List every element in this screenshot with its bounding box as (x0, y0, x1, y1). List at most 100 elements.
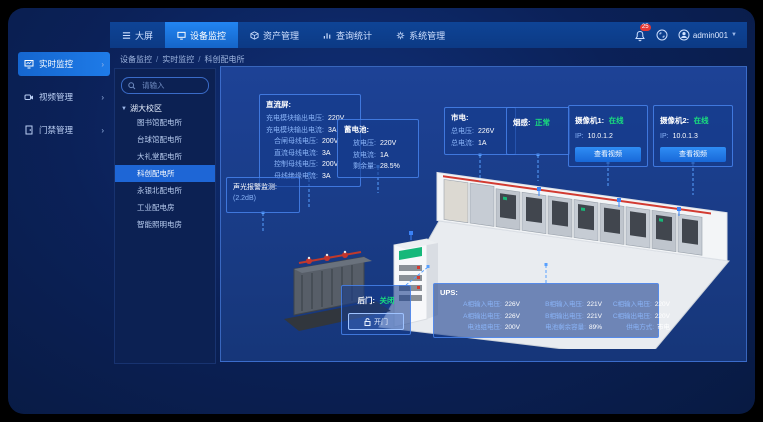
tab-label: 资产管理 (263, 29, 299, 42)
left-sidebar: 实时监控 › 视频管理 › 门禁管理 › (14, 52, 112, 408)
asset-box-icon (250, 31, 259, 40)
video-camera-icon (24, 92, 34, 102)
chevron-right-icon: › (101, 60, 104, 69)
chevron-down-icon: ▼ (731, 32, 737, 38)
tab-system-management[interactable]: 系统管理 (384, 22, 457, 48)
breadcrumb-separator: / (156, 55, 158, 64)
tab-asset-management[interactable]: 资产管理 (238, 22, 311, 48)
unlock-icon (364, 318, 371, 326)
camera2-status: 在线 (694, 116, 709, 125)
panel-title: UPS: (440, 288, 652, 297)
top-navbar: 大屏 设备监控 资产管理 查询统计 系统管理 25 admin001 (110, 22, 747, 48)
bell-icon (634, 30, 646, 42)
tab-dashboard[interactable]: 大屏 (110, 22, 165, 48)
panel-title: 后门: (358, 296, 376, 305)
tree-item-substation[interactable]: 台球馆配电所 (121, 131, 209, 148)
breadcrumb: 设备监控 / 实时监控 / 科创配电所 (120, 54, 244, 65)
data-row: 放电压:220V (344, 138, 412, 150)
breadcrumb-part[interactable]: 实时监控 (162, 55, 194, 64)
data-cell: C相输入电压:220V (608, 300, 670, 310)
user-menu[interactable]: admin001 ▼ (678, 29, 737, 41)
smoke-sensor-panel: 烟感: 正常 (506, 107, 570, 155)
sidebar-item-access-control[interactable]: 门禁管理 › (18, 118, 110, 142)
dashboard-icon (122, 31, 131, 40)
tree-item-substation[interactable]: 图书馆配电所 (121, 114, 209, 131)
username-label: admin001 (693, 31, 728, 40)
ups-panel: UPS: A相输入电压:226V B相输入电压:221V C相输入电压:220V… (433, 283, 659, 338)
camera1-panel: 摄像机1: 在线 IP:10.0.1.2 查看视频 (568, 105, 648, 167)
camera2-ip: IP:10.0.1.3 (660, 131, 726, 143)
sidebar-item-realtime-monitoring[interactable]: 实时监控 › (18, 52, 110, 76)
chevron-right-icon: › (101, 126, 104, 135)
sidebar-item-label: 视频管理 (39, 91, 73, 103)
tree-group-campus[interactable]: ▼ 湖大校区 (121, 103, 209, 114)
data-cell: A相输入电压:226V (440, 300, 520, 310)
gear-icon (396, 31, 405, 40)
topbar-right-cluster: 25 admin001 ▼ (634, 22, 747, 48)
data-cell: 电池剩余容量:89% (526, 323, 602, 333)
tab-device-monitoring[interactable]: 设备监控 (165, 22, 238, 48)
tree-item-substation-selected[interactable]: 科创配电所 (115, 165, 215, 182)
search-icon (128, 82, 136, 90)
monitoring-canvas: 直流屏: 充电模块输出电压:220V 充电模块输出电流:3A 合闸母线电压:20… (220, 66, 747, 362)
panel-title: 摄像机2: (660, 116, 689, 125)
open-door-button[interactable]: 开门 (348, 313, 404, 330)
data-row: 剩余量:28.5% (344, 161, 412, 173)
open-door-label: 开门 (374, 317, 388, 327)
tab-query-statistics[interactable]: 查询统计 (311, 22, 384, 48)
realtime-monitor-icon (24, 59, 34, 69)
chevron-right-icon: › (101, 93, 104, 102)
breadcrumb-part[interactable]: 科创配电所 (204, 55, 244, 64)
monitor-icon (177, 31, 186, 40)
data-cell: 供电方式:市电 (608, 323, 670, 333)
tree-search (121, 77, 209, 94)
smoke-status: 正常 (535, 118, 550, 127)
panel-title: 市电: (451, 112, 509, 123)
tree-item-substation[interactable]: 工业配电房 (121, 199, 209, 216)
data-cell: 电池组电压:200V (440, 323, 520, 333)
tab-label: 设备监控 (190, 29, 226, 42)
sidebar-item-label: 实时监控 (39, 58, 73, 70)
breadcrumb-separator: / (198, 55, 200, 64)
chart-icon (323, 31, 332, 40)
door-panel: 后门: 关闭 开门 (341, 285, 411, 335)
tab-label: 大屏 (135, 29, 153, 42)
tree-item-substation[interactable]: 智能照明电房 (121, 216, 209, 233)
panel-title: 声光报警监测: (233, 182, 293, 192)
data-cell: A相输出电压:226V (440, 312, 520, 322)
sidebar-item-label: 门禁管理 (39, 124, 73, 136)
notification-badge: 25 (640, 24, 651, 31)
breadcrumb-part[interactable]: 设备监控 (120, 55, 152, 64)
data-row: 总电压:226V (451, 126, 509, 138)
tree-item-substation[interactable]: 永银北配电所 (121, 182, 209, 199)
camera2-panel: 摄像机2: 在线 IP:10.0.1.3 查看视频 (653, 105, 733, 167)
panel-title: 摄像机1: (575, 116, 604, 125)
fullscreen-icon[interactable] (656, 29, 668, 41)
camera1-ip: IP:10.0.1.2 (575, 131, 641, 143)
panel-title: 直流屏: (266, 99, 354, 110)
panel-title: 蓄电池: (344, 124, 412, 135)
search-input[interactable] (140, 80, 202, 91)
door-status: 关闭 (379, 296, 394, 305)
data-cell: C相输出电压:220V (608, 312, 670, 322)
view-video-button[interactable]: 查看视频 (575, 147, 641, 162)
avatar-icon (678, 29, 690, 41)
data-row: 总电流:1A (451, 138, 509, 150)
tab-label: 系统管理 (409, 29, 445, 42)
alarm-value: (2.2dB) (233, 195, 293, 202)
door-icon (24, 125, 34, 135)
tree-item-substation[interactable]: 大礼堂配电所 (121, 148, 209, 165)
data-cell: B相输出电压:221V (526, 312, 602, 322)
substation-tree-panel: ▼ 湖大校区 图书馆配电所 台球馆配电所 大礼堂配电所 科创配电所 永银北配电所… (114, 68, 216, 364)
view-video-button[interactable]: 查看视频 (660, 147, 726, 162)
tree-collapse-icon: ▼ (121, 106, 127, 112)
alarm-monitor-panel: 声光报警监测: (2.2dB) (226, 177, 300, 213)
battery-panel: 蓄电池: 放电压:220V 放电流:1A 剩余量:28.5% (337, 119, 419, 178)
data-cell: B相输入电压:221V (526, 300, 602, 310)
ups-data-grid: A相输入电压:226V B相输入电压:221V C相输入电压:220V A相输出… (440, 300, 652, 333)
sidebar-item-video-management[interactable]: 视频管理 › (18, 85, 110, 109)
notifications-button[interactable]: 25 (634, 29, 646, 41)
panel-title: 烟感: (513, 118, 531, 127)
tree-group-label: 湖大校区 (130, 103, 162, 114)
tab-label: 查询统计 (336, 29, 372, 42)
